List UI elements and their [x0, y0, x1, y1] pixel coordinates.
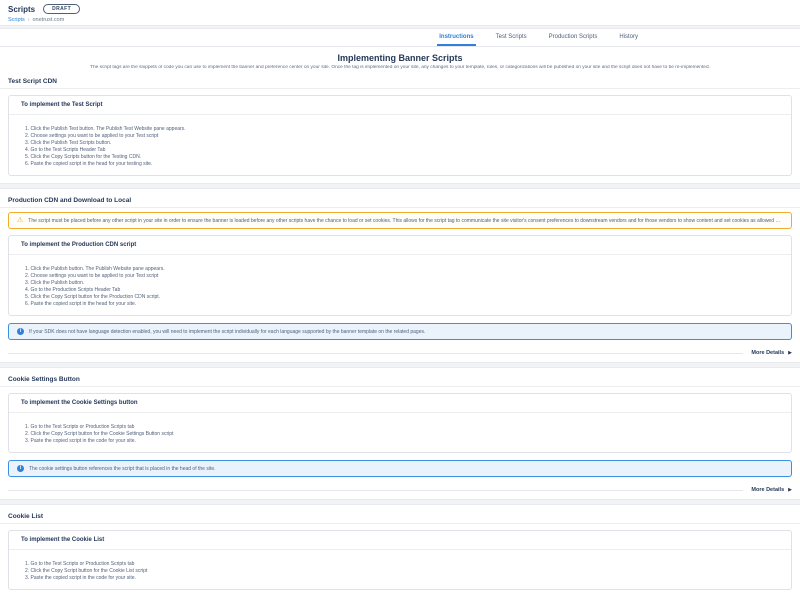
divider-line — [8, 353, 743, 354]
step-item: 1. Click the Publish button. The Publish… — [25, 266, 775, 273]
section-heading-production-cdn: Production CDN and Download to Local — [0, 197, 800, 208]
scripts-page: Scripts DRAFT Scripts › onetrust.com Ins… — [0, 0, 800, 601]
card-test-script: To implement the Test Script 1. Click th… — [8, 95, 792, 176]
breadcrumb-link-scripts[interactable]: Scripts — [8, 17, 25, 23]
step-item: 3. Click the Publish button. — [25, 280, 775, 287]
section-cookie-settings-button: Cookie Settings Button To implement the … — [0, 376, 800, 493]
step-item: 1. Go to the Test Scripts or Production … — [25, 424, 775, 431]
tab-instructions[interactable]: Instructions — [437, 29, 475, 46]
page-title: Scripts — [8, 5, 35, 14]
warning-banner: ⚠ The script must be placed before any o… — [8, 212, 792, 229]
breadcrumb: Scripts › onetrust.com — [8, 17, 792, 23]
content-title: Implementing Banner Scripts — [0, 53, 800, 63]
step-item: 6. Paste the copied script in the head f… — [25, 161, 775, 168]
section-heading-cookie-list: Cookie List — [0, 513, 800, 524]
breadcrumb-current: onetrust.com — [32, 17, 64, 23]
card-body-production-cdn: 1. Click the Publish button. The Publish… — [9, 255, 791, 315]
more-details-link[interactable]: More Details — [751, 487, 784, 493]
step-item: 1. Click the Publish Test button. The Pu… — [25, 126, 775, 133]
section-production-cdn: Production CDN and Download to Local ⚠ T… — [0, 197, 800, 356]
more-details-link[interactable]: More Details — [751, 350, 784, 356]
step-item: 4. Go to the Production Scripts Header T… — [25, 287, 775, 294]
caret-right-icon[interactable]: ▶ — [788, 351, 792, 356]
section-divider — [0, 499, 800, 505]
step-item: 4. Go to the Test Scripts Header Tab — [25, 147, 775, 154]
section-heading-cookie-settings: Cookie Settings Button — [0, 376, 800, 387]
title-row: Scripts DRAFT — [8, 4, 792, 14]
step-item: 5. Click the Copy Scripts button for the… — [25, 154, 775, 161]
main-content: Implementing Banner Scripts The script t… — [0, 53, 800, 601]
divider-line — [8, 490, 743, 491]
tab-history[interactable]: History — [617, 29, 640, 46]
step-item: 1. Go to the Test Scripts or Production … — [25, 561, 775, 568]
section-test-script-cdn: Test Script CDN To implement the Test Sc… — [0, 78, 800, 176]
step-item: 2. Click the Copy Script button for the … — [25, 431, 775, 438]
step-item: 3. Paste the copied script in the code f… — [25, 438, 775, 445]
step-item: 3. Click the Publish Test Scripts button… — [25, 140, 775, 147]
bottom-spacer — [0, 597, 800, 601]
card-title-cookie-settings: To implement the Cookie Settings button — [9, 394, 791, 413]
card-production-cdn: To implement the Production CDN script 1… — [8, 235, 792, 316]
info-text: The cookie settings button references th… — [29, 466, 216, 472]
more-details-row: More Details ▶ — [8, 487, 792, 493]
info-icon: i — [17, 465, 24, 472]
content-subtitle: The script tags are the snippets of code… — [52, 65, 748, 70]
breadcrumb-separator-icon: › — [28, 17, 30, 23]
step-item: 2. Click the Copy Script button for the … — [25, 568, 775, 575]
card-body-cookie-list: 1. Go to the Test Scripts or Production … — [9, 550, 791, 589]
info-text: If your SDK does not have language detec… — [29, 329, 425, 335]
step-item: 2. Choose settings you want to be applie… — [25, 133, 775, 140]
card-cookie-list: To implement the Cookie List 1. Go to th… — [8, 530, 792, 590]
page-header: Scripts DRAFT Scripts › onetrust.com — [0, 0, 800, 25]
info-banner: i The cookie settings button references … — [8, 460, 792, 477]
section-cookie-list: Cookie List To implement the Cookie List… — [0, 513, 800, 590]
step-item: 3. Paste the copied script in the code f… — [25, 575, 775, 582]
caret-right-icon[interactable]: ▶ — [788, 488, 792, 493]
status-badge: DRAFT — [43, 4, 80, 14]
section-divider — [0, 183, 800, 189]
card-title-test-script: To implement the Test Script — [9, 96, 791, 115]
card-body-test-script: 1. Click the Publish Test button. The Pu… — [9, 115, 791, 175]
warning-text: The script must be placed before any oth… — [28, 218, 783, 224]
info-banner: i If your SDK does not have language det… — [8, 323, 792, 340]
section-divider — [0, 362, 800, 368]
tab-production-scripts[interactable]: Production Scripts — [547, 29, 600, 46]
step-item: 6. Paste the copied script in the head f… — [25, 301, 775, 308]
tab-bar: Instructions Test Scripts Production Scr… — [0, 29, 800, 47]
more-details-row: More Details ▶ — [8, 350, 792, 356]
card-title-cookie-list: To implement the Cookie List — [9, 531, 791, 550]
tab-test-scripts[interactable]: Test Scripts — [494, 29, 529, 46]
card-title-production-cdn: To implement the Production CDN script — [9, 236, 791, 255]
step-item: 5. Click the Copy Script button for the … — [25, 294, 775, 301]
info-icon: i — [17, 328, 24, 335]
card-cookie-settings: To implement the Cookie Settings button … — [8, 393, 792, 453]
warning-icon: ⚠ — [17, 217, 23, 224]
step-item: 2. Choose settings you want to be applie… — [25, 273, 775, 280]
section-heading-test-script-cdn: Test Script CDN — [0, 78, 800, 89]
card-body-cookie-settings: 1. Go to the Test Scripts or Production … — [9, 413, 791, 452]
